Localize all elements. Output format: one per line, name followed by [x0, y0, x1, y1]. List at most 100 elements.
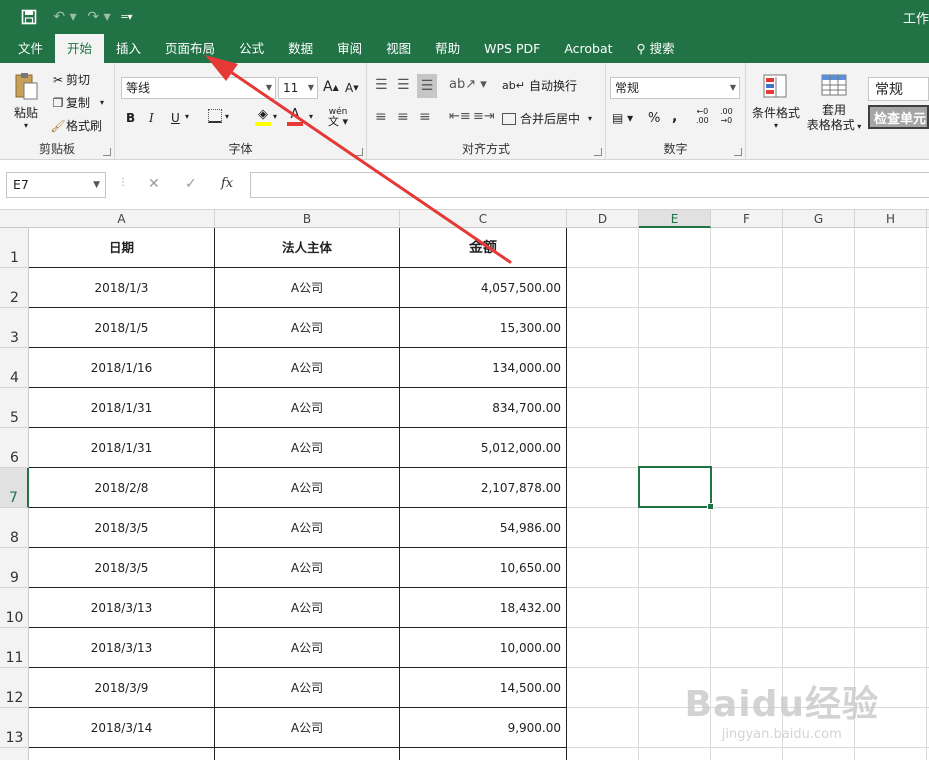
table-cell[interactable]: 2018/3/14 — [29, 708, 214, 748]
number-format-select[interactable]: 常规 ▼ — [610, 77, 740, 99]
increase-indent-icon[interactable]: ≡⇥ — [473, 109, 495, 124]
format-painter-button[interactable]: 🖌 格式刷 — [50, 117, 102, 134]
tab-page-layout[interactable]: 页面布局 — [153, 34, 227, 63]
merge-center-button[interactable]: 合并后居中 ▾ — [502, 110, 592, 127]
table-cell[interactable]: 2018/3/9 — [29, 668, 214, 708]
row-header-11[interactable]: 11 — [0, 628, 29, 668]
align-right-icon[interactable]: ≡ — [419, 109, 431, 125]
column-header-e[interactable]: E — [639, 210, 711, 228]
decrease-decimal-button[interactable]: .00 →0 — [720, 107, 733, 125]
paste-button[interactable]: 粘贴 ▾ — [8, 71, 44, 130]
style-check-cell[interactable]: 检查单元 — [868, 105, 929, 129]
tab-review[interactable]: 审阅 — [325, 34, 374, 63]
align-bottom-icon[interactable]: ☰ — [417, 74, 437, 98]
column-header-b[interactable]: B — [215, 210, 400, 228]
italic-button[interactable]: I — [149, 111, 154, 125]
column-header-c[interactable]: C — [400, 210, 567, 228]
row-header-12[interactable]: 12 — [0, 668, 29, 708]
undo-icon[interactable]: ↶ ▾ — [50, 7, 80, 27]
table-cell[interactable]: 834,700.00 — [400, 388, 566, 428]
row-header-2[interactable]: 2 — [0, 268, 29, 308]
column-header-g[interactable]: G — [783, 210, 855, 228]
formula-input[interactable] — [250, 172, 929, 198]
redo-icon[interactable]: ↷ ▾ — [84, 7, 114, 27]
row-header-3[interactable]: 3 — [0, 308, 29, 348]
underline-dropdown-icon[interactable]: ▾ — [185, 112, 189, 121]
cut-button[interactable]: ✂ 剪切 — [50, 71, 90, 88]
table-cell[interactable]: 18,432.00 — [400, 588, 566, 628]
save-icon[interactable] — [18, 7, 40, 27]
row-header-10[interactable]: 10 — [0, 588, 29, 628]
row-header-6[interactable]: 6 — [0, 428, 29, 468]
table-cell[interactable]: A公司 — [215, 428, 399, 468]
table-cell[interactable]: 134,000.00 — [400, 348, 566, 388]
table-cell[interactable]: A公司 — [215, 348, 399, 388]
align-center-icon[interactable]: ≡ — [397, 109, 409, 125]
style-normal[interactable]: 常规 — [868, 77, 929, 101]
table-cell[interactable]: 15,300.00 — [400, 308, 566, 348]
table-cell[interactable]: 2018/1/31 — [29, 388, 214, 428]
comma-button[interactable]: , — [672, 109, 677, 125]
table-cell[interactable]: A公司 — [215, 588, 399, 628]
table-cell[interactable]: 10,650.00 — [400, 548, 566, 588]
customize-quick-access-icon[interactable]: ═▾ — [118, 7, 136, 27]
alignment-launcher-icon[interactable] — [594, 148, 602, 156]
row-header-9[interactable]: 9 — [0, 548, 29, 588]
tab-insert[interactable]: 插入 — [104, 34, 153, 63]
fill-color-button[interactable]: ◈ — [255, 107, 271, 126]
font-size-select[interactable]: 11 ▼ — [278, 77, 318, 99]
name-box[interactable]: E7 ▼ — [6, 172, 106, 198]
confirm-icon[interactable]: ✓ — [185, 176, 197, 192]
tab-wps-pdf[interactable]: WPS PDF — [472, 34, 552, 63]
format-as-table-button[interactable]: 套用 表格格式 ▾ — [804, 73, 864, 134]
tab-formulas[interactable]: 公式 — [227, 34, 276, 63]
increase-decimal-button[interactable]: ←0 .00 — [696, 107, 709, 125]
table-cell[interactable]: A公司 — [215, 468, 399, 508]
border-button[interactable]: ▾ — [208, 109, 229, 123]
table-cell[interactable]: 9,900.00 — [400, 708, 566, 748]
column-header-d[interactable]: D — [567, 210, 639, 228]
underline-button[interactable]: U — [171, 111, 180, 125]
table-cell[interactable]: 54,986.00 — [400, 508, 566, 548]
row-header-8[interactable]: 8 — [0, 508, 29, 548]
active-cell-e7[interactable] — [638, 466, 714, 510]
wrap-text-button[interactable]: ab↵ 自动换行 — [502, 77, 577, 94]
number-launcher-icon[interactable] — [734, 148, 742, 156]
table-cell[interactable]: 2018/1/5 — [29, 308, 214, 348]
table-cell[interactable]: 2018/3/13 — [29, 588, 214, 628]
table-cell[interactable]: 4,057,500.00 — [400, 268, 566, 308]
header-cell-date[interactable]: 日期 — [29, 228, 214, 268]
table-cell[interactable]: A公司 — [215, 668, 399, 708]
font-name-select[interactable]: 等线 ▼ — [121, 77, 276, 99]
row-header-7[interactable]: 7 — [0, 468, 29, 508]
align-top-icon[interactable]: ☰ — [375, 77, 388, 93]
clipboard-launcher-icon[interactable] — [103, 148, 111, 156]
table-cell[interactable]: A公司 — [215, 508, 399, 548]
tab-help[interactable]: 帮助 — [423, 34, 472, 63]
tab-view[interactable]: 视图 — [374, 34, 423, 63]
tab-home[interactable]: 开始 — [55, 34, 105, 63]
table-cell[interactable]: A公司 — [215, 548, 399, 588]
font-launcher-icon[interactable] — [355, 148, 363, 156]
orientation-icon[interactable]: ab↗ ▾ — [449, 77, 487, 92]
accounting-format-icon[interactable]: ▤ ▾ — [612, 111, 633, 125]
table-cell[interactable]: 2018/3/5 — [29, 548, 214, 588]
tab-acrobat[interactable]: Acrobat — [552, 34, 624, 63]
conditional-format-button[interactable]: 条件格式 ▾ — [750, 73, 802, 130]
row-header-5[interactable]: 5 — [0, 388, 29, 428]
table-cell[interactable]: A公司 — [215, 708, 399, 748]
table-cell[interactable]: 2018/1/3 — [29, 268, 214, 308]
row-header-1[interactable]: 1 — [0, 228, 29, 268]
align-left-icon[interactable]: ≡ — [375, 109, 387, 125]
header-cell-entity[interactable]: 法人主体 — [215, 228, 399, 268]
table-cell[interactable]: 2,107,878.00 — [400, 468, 566, 508]
table-cell[interactable]: A公司 — [215, 268, 399, 308]
insert-function-button[interactable]: fx — [221, 176, 233, 191]
decrease-indent-icon[interactable]: ⇤≡ — [449, 109, 471, 124]
row-header-13[interactable]: 13 — [0, 708, 29, 748]
increase-font-size-button[interactable]: A ▲ — [323, 79, 339, 95]
table-cell[interactable]: 2018/1/16 — [29, 348, 214, 388]
table-cell[interactable]: 2018/3/5 — [29, 508, 214, 548]
table-cell[interactable]: 2018/2/8 — [29, 468, 214, 508]
tab-search[interactable]: ⚲ 搜索 — [625, 34, 687, 63]
